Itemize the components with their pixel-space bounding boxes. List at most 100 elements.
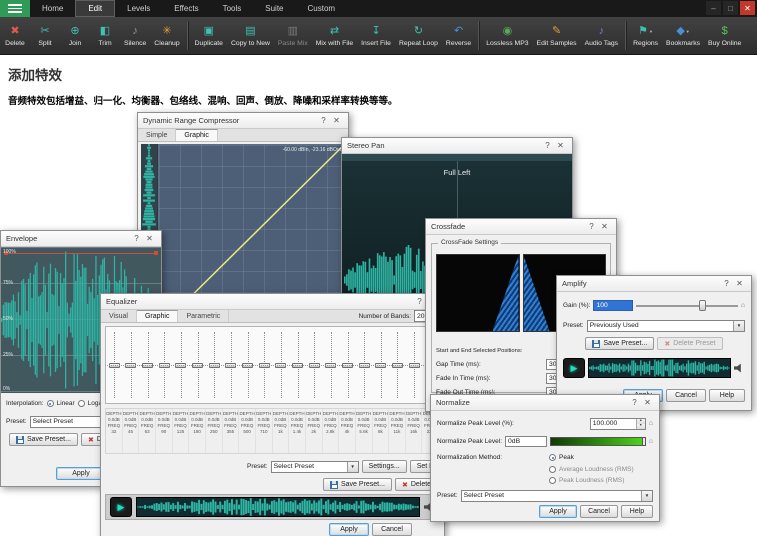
envelope-line[interactable]	[5, 253, 157, 254]
toolbar-item-delete[interactable]: ✖Delete	[0, 17, 30, 54]
preset-dropdown[interactable]: Select Preset ▼	[461, 490, 653, 502]
apply-button[interactable]: Apply	[56, 467, 106, 480]
play-button[interactable]: ▶	[110, 497, 132, 517]
envelope-point[interactable]	[154, 251, 158, 255]
close-icon[interactable]: ✕	[554, 141, 567, 150]
help-icon[interactable]: ?	[720, 279, 733, 288]
cancel-button[interactable]: Cancel	[372, 523, 412, 536]
toolbar-item-reverse[interactable]: ↶Reverse	[442, 17, 475, 54]
tab-graphic[interactable]: Graphic	[137, 310, 179, 322]
pan-slider-track[interactable]	[342, 154, 572, 161]
help-icon[interactable]: ?	[585, 222, 598, 231]
dialog-titlebar[interactable]: Stereo Pan ? ✕	[342, 138, 572, 154]
toolbar-item-edit-samples[interactable]: ✎Edit Samples	[533, 17, 581, 54]
clip-a-panel[interactable]	[436, 254, 520, 332]
tab-parametric[interactable]: Parametric	[178, 310, 229, 322]
toolbar-item-repeat-loop[interactable]: ↻Repeat Loop	[395, 17, 442, 54]
anchor-icon[interactable]: ⌂	[741, 302, 745, 309]
speaker-icon[interactable]	[734, 364, 745, 373]
radio-logarithmic[interactable]	[78, 400, 85, 407]
preset-dropdown[interactable]: Previously Used ▼	[587, 320, 745, 332]
help-icon[interactable]: ?	[541, 141, 554, 150]
help-button[interactable]: Help	[709, 389, 745, 402]
dropdown-arrow-icon[interactable]: ▼	[347, 462, 358, 472]
toolbar-item-duplicate[interactable]: ▣Duplicate	[191, 17, 227, 54]
main-menu-button[interactable]	[0, 0, 30, 17]
dialog-titlebar[interactable]: Equalizer ? ✕	[101, 294, 444, 310]
save-preset-button[interactable]: Save Preset...	[9, 433, 78, 446]
dropdown-arrow-icon[interactable]: ▼	[733, 321, 744, 331]
dialog-titlebar[interactable]: Envelope ? ✕	[1, 231, 161, 247]
help-button[interactable]: Help	[621, 505, 653, 518]
maximize-button[interactable]: □	[723, 1, 738, 15]
menu-tabs: HomeEditLevelsEffectsToolsSuiteCustom	[30, 0, 347, 17]
menu-tab-home[interactable]: Home	[30, 0, 75, 17]
radio-linear[interactable]	[47, 400, 54, 407]
toolbar-item-split[interactable]: ✂Split	[30, 17, 60, 54]
slider-handle[interactable]	[699, 300, 706, 311]
peak-level-slider[interactable]	[550, 437, 646, 446]
radio-average-loudness[interactable]	[549, 466, 556, 473]
toolbar-item-trim[interactable]: ◧Trim	[90, 17, 120, 54]
help-icon[interactable]: ?	[317, 116, 330, 125]
menu-tab-suite[interactable]: Suite	[253, 0, 295, 17]
apply-button[interactable]: Apply	[539, 505, 577, 518]
menu-tab-levels[interactable]: Levels	[115, 0, 162, 17]
number-of-bands-label: Number of Bands:	[359, 310, 411, 322]
peak-level-input[interactable]: 0dB	[505, 436, 547, 447]
help-icon[interactable]: ?	[130, 234, 143, 243]
close-icon[interactable]: ✕	[733, 279, 746, 288]
tab-graphic[interactable]: Graphic	[176, 129, 218, 141]
dialog-titlebar[interactable]: Dynamic Range Compressor ? ✕	[138, 113, 348, 129]
anchor-icon[interactable]: ⌂	[649, 420, 653, 427]
close-button[interactable]: ✕	[740, 1, 755, 15]
anchor-icon[interactable]: ⌂	[649, 438, 653, 445]
radio-peak[interactable]	[549, 454, 556, 461]
help-icon[interactable]: ?	[628, 398, 641, 407]
cancel-button[interactable]: Cancel	[666, 389, 706, 402]
close-icon[interactable]: ✕	[143, 234, 156, 243]
dialog-titlebar[interactable]: Crossfade ? ✕	[426, 219, 616, 235]
tab-visual[interactable]: Visual	[101, 310, 137, 322]
toolbar-item-copy-to-new[interactable]: ▤Copy to New	[227, 17, 274, 54]
menu-tab-effects[interactable]: Effects	[162, 0, 210, 17]
toolbar-item-label: Bookmarks	[666, 40, 700, 47]
close-icon[interactable]: ✕	[330, 116, 343, 125]
toolbar-item-regions[interactable]: ⚑▼Regions	[629, 17, 662, 54]
cancel-button[interactable]: Cancel	[580, 505, 618, 518]
toolbar-item-silence[interactable]: ♪Silence	[120, 17, 150, 54]
gain-slider[interactable]	[636, 300, 737, 311]
tab-simple[interactable]: Simple	[138, 129, 176, 141]
radio-peak-label: Peak	[559, 454, 574, 461]
dialog-titlebar[interactable]: Amplify ? ✕	[557, 276, 751, 292]
dropdown-arrow-icon[interactable]: ▼	[641, 491, 652, 501]
apply-button[interactable]: Apply	[329, 523, 369, 536]
close-icon[interactable]: ✕	[641, 398, 654, 407]
apply-label: Apply	[72, 470, 90, 477]
toolbar-item-mix-with-file[interactable]: ⇄Mix with File	[312, 17, 357, 54]
save-preset-button[interactable]: Save Preset...	[323, 478, 392, 491]
radio-peak-loudness[interactable]	[549, 477, 556, 484]
spin-down-icon[interactable]: ▼	[637, 424, 645, 429]
toolbar-item-join[interactable]: ⊕Join	[60, 17, 90, 54]
menu-tab-tools[interactable]: Tools	[211, 0, 254, 17]
dialog-titlebar[interactable]: Normalize ? ✕	[431, 395, 659, 411]
preset-dropdown[interactable]: Select Preset ▼	[271, 461, 359, 473]
toolbar-item-cleanup[interactable]: ✳Cleanup	[150, 17, 183, 54]
play-button[interactable]: ▶	[563, 358, 585, 378]
eq-band-label: DEPTH0.0dBFREQ45	[123, 409, 140, 453]
toolbar-item-audio-tags[interactable]: ♪Audio Tags	[581, 17, 623, 54]
slider-handle[interactable]	[642, 438, 645, 445]
peak-percent-input[interactable]: 100.000 ▲ ▼	[590, 418, 646, 430]
gain-input[interactable]: 100	[593, 300, 633, 311]
minimize-button[interactable]: –	[706, 1, 721, 15]
toolbar-item-bookmarks[interactable]: ◆▼Bookmarks	[662, 17, 704, 54]
save-preset-button[interactable]: Save Preset...	[585, 337, 654, 350]
menu-tab-edit[interactable]: Edit	[75, 0, 115, 17]
toolbar-item-insert-file[interactable]: ↧Insert File	[357, 17, 395, 54]
toolbar-item-lossless-mp3[interactable]: ◉Lossless MP3	[482, 17, 532, 54]
toolbar-item-buy-online[interactable]: $Buy Online	[704, 17, 745, 54]
menu-tab-custom[interactable]: Custom	[296, 0, 348, 17]
close-icon[interactable]: ✕	[598, 222, 611, 231]
settings-button[interactable]: Settings...	[362, 460, 407, 473]
